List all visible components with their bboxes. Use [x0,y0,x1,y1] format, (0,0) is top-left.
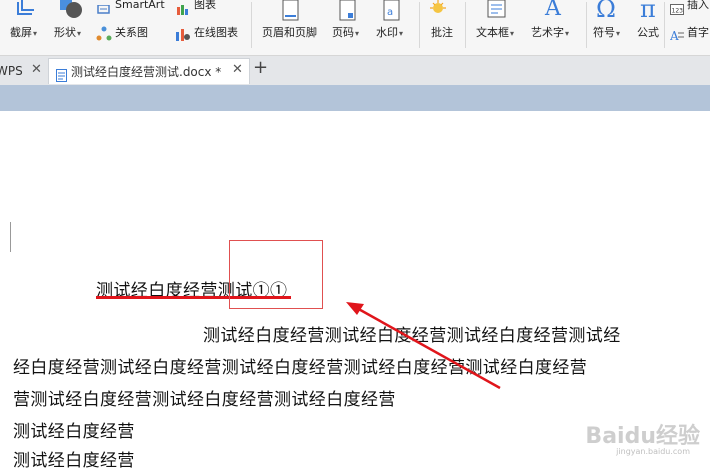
baidu-watermark: Baidu经验 [585,424,700,449]
red-arrow-annotation [346,302,501,390]
baidu-watermark-url: jingyan.baidu.com [616,447,690,456]
